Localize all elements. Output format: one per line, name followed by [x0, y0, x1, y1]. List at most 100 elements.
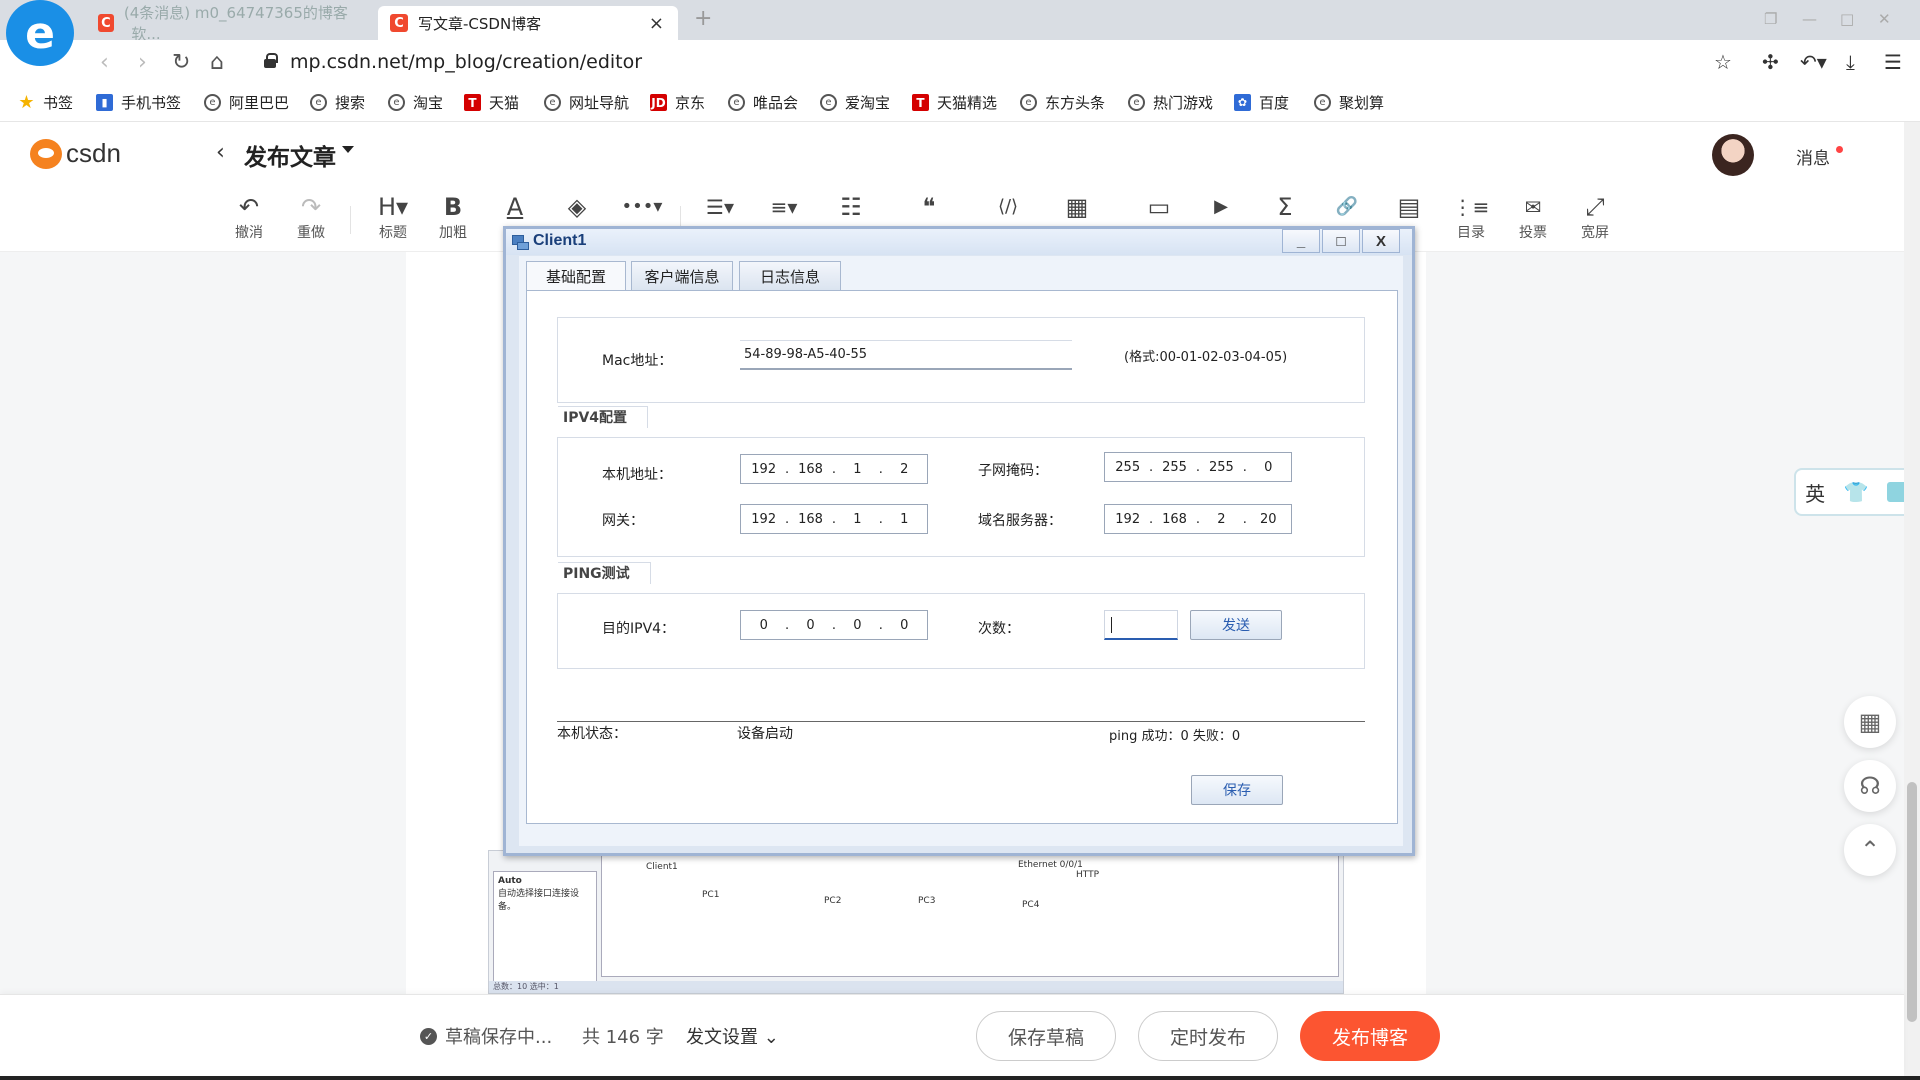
- send-button[interactable]: 发送: [1190, 610, 1282, 640]
- e-icon: e: [1020, 94, 1037, 111]
- bookmark-item[interactable]: e 热门游戏: [1128, 92, 1213, 113]
- gateway-input[interactable]: 192. 168. 1. 1: [740, 504, 928, 534]
- list-button[interactable]: ☰▾: [692, 192, 748, 222]
- ping-group: PING测试 目的IPV4： 0.0.0.0 次数： 发送: [557, 562, 1365, 669]
- highlight-button[interactable]: ◈: [552, 192, 602, 222]
- avatar[interactable]: [1712, 134, 1754, 176]
- url-input[interactable]: mp.csdn.net/mp_blog/creation/editor: [290, 51, 642, 73]
- page-scrollbar[interactable]: [1904, 122, 1920, 1080]
- video-button[interactable]: ▶: [1196, 192, 1246, 222]
- caret-down-icon[interactable]: [342, 146, 354, 153]
- local-ip-input[interactable]: 192. 168. 1. 2: [740, 454, 928, 484]
- dns-server-input[interactable]: 192. 168. 2. 20: [1104, 504, 1292, 534]
- undo-close-icon[interactable]: ↶▾: [1800, 50, 1827, 74]
- back-icon[interactable]: ‹: [100, 50, 109, 75]
- new-tab-button[interactable]: +: [694, 6, 712, 31]
- ime-lang[interactable]: 英: [1805, 478, 1825, 507]
- bookmark-item[interactable]: e 爱淘宝: [820, 92, 890, 113]
- scrollbar-thumb[interactable]: [1907, 782, 1917, 1022]
- indent-button[interactable]: ☷: [826, 192, 876, 222]
- dialog-close-button[interactable]: X: [1362, 229, 1400, 253]
- csdn-logo[interactable]: csdn: [30, 138, 121, 169]
- shirt-icon[interactable]: 👕: [1844, 480, 1869, 504]
- dialog-title-bar[interactable]: Client1 _ □ X: [506, 229, 1412, 255]
- bookmark-item[interactable]: T 天猫: [464, 92, 519, 113]
- align-button[interactable]: ≡▾: [756, 192, 812, 222]
- reload-icon[interactable]: ↻: [172, 50, 190, 75]
- ime-toolbar[interactable]: 英 👕: [1794, 468, 1918, 516]
- code-button[interactable]: ⟨/⟩: [980, 192, 1036, 222]
- heading-button[interactable]: H▾ 标题: [368, 192, 418, 242]
- quote-button[interactable]: ❝: [904, 192, 954, 222]
- bold-button[interactable]: B 加粗: [428, 192, 478, 242]
- template-icon: ▤: [1397, 193, 1421, 221]
- dest-ip-input[interactable]: 0.0.0.0: [740, 610, 928, 640]
- tab-csdn-blog[interactable]: C (4条消息) m0_64747365的博客_软...: [86, 4, 366, 43]
- toc-button[interactable]: ⋮≡ 目录: [1446, 192, 1496, 242]
- template-button[interactable]: ▤: [1384, 192, 1434, 222]
- dialog-minimize-button[interactable]: _: [1282, 229, 1320, 253]
- bookmarks-bar: ★ 书签 ▮ 手机书签 e 阿里巴巴 e 搜索 e 淘宝 T 天猫 e 网址导航 JD 京东 e…: [0, 86, 1920, 122]
- widescreen-button[interactable]: ⤢ 宽屏: [1570, 192, 1620, 242]
- baidu-icon: ✿: [1234, 94, 1251, 111]
- dialog-maximize-button[interactable]: □: [1322, 229, 1360, 253]
- network-device-icon: [512, 233, 529, 250]
- ping-count-input[interactable]: [1104, 610, 1178, 640]
- qrcode-icon[interactable]: ▦: [1844, 696, 1896, 748]
- publish-settings-dropdown[interactable]: 发文设置 ⌄: [686, 1023, 779, 1049]
- csdn-header: csdn ‹ 发布文章 消息: [0, 122, 1904, 188]
- bookmark-item[interactable]: e 东方头条: [1020, 92, 1105, 113]
- tab-client-info[interactable]: 客户端信息: [631, 261, 733, 290]
- back-to-top-icon[interactable]: ⌃: [1844, 824, 1896, 876]
- bookmark-item[interactable]: e 阿里巴巴: [204, 92, 289, 113]
- mac-address-input[interactable]: 54-89-98-A5-40-55: [740, 340, 1072, 370]
- publish-blog-button[interactable]: 发布博客: [1300, 1011, 1440, 1061]
- bookmark-item[interactable]: e 聚划算: [1314, 92, 1384, 113]
- bookmark-item[interactable]: T 天猫精选: [912, 92, 997, 113]
- tab-close-icon[interactable]: ×: [649, 13, 664, 34]
- save-button[interactable]: 保存: [1191, 775, 1283, 805]
- bookmark-item[interactable]: e 唯品会: [728, 92, 798, 113]
- ipv4-group: IPV4配置 本机地址： 192. 168. 1. 2 子网掩码： 255. 255. 2…: [557, 406, 1365, 557]
- table-button[interactable]: ▦: [1052, 192, 1102, 222]
- ping-group-title: PING测试: [558, 562, 651, 584]
- home-icon[interactable]: ⌂: [210, 50, 224, 75]
- schedule-publish-button[interactable]: 定时发布: [1138, 1011, 1278, 1061]
- window-maximize-icon[interactable]: □: [1840, 10, 1854, 28]
- tab-log-info[interactable]: 日志信息: [739, 261, 841, 290]
- more-button[interactable]: •••▾: [612, 192, 672, 222]
- redo-button[interactable]: ↷ 重做: [286, 192, 336, 242]
- window-restore-icon[interactable]: ❐: [1764, 10, 1777, 28]
- subnet-mask-input[interactable]: 255. 255. 255. 0: [1104, 452, 1292, 482]
- bookmark-item[interactable]: ✿ 百度: [1234, 92, 1289, 113]
- bookmark-item[interactable]: ▮ 手机书签: [96, 92, 181, 113]
- forward-icon[interactable]: ›: [138, 50, 147, 75]
- formula-button[interactable]: Σ: [1260, 192, 1310, 222]
- tab-write-article[interactable]: C 写文章-CSDN博客 ×: [378, 6, 678, 40]
- bookmark-item[interactable]: e 网址导航: [544, 92, 629, 113]
- bookmark-item[interactable]: ★ 书签: [18, 92, 73, 113]
- messages-link[interactable]: 消息: [1796, 144, 1830, 169]
- download-icon[interactable]: ⤓: [1846, 50, 1855, 74]
- menu-icon[interactable]: ☰: [1884, 50, 1902, 74]
- window-minimize-icon[interactable]: —: [1802, 10, 1817, 28]
- image-button[interactable]: ▭: [1134, 192, 1184, 222]
- bookmark-item[interactable]: JD 京东: [650, 92, 705, 113]
- page-title[interactable]: 发布文章: [244, 138, 336, 172]
- vote-button[interactable]: ✉ 投票: [1508, 192, 1558, 242]
- font-color-button[interactable]: A: [490, 192, 540, 222]
- video-icon: ▶: [1214, 196, 1228, 217]
- bookmark-item[interactable]: e 淘宝: [388, 92, 443, 113]
- subnet-label: 子网掩码：: [978, 463, 1048, 479]
- bookmark-item[interactable]: e 搜索: [310, 92, 365, 113]
- link-button[interactable]: 🔗: [1322, 192, 1372, 222]
- favorite-star-icon[interactable]: ☆: [1714, 50, 1732, 74]
- back-arrow-icon[interactable]: ‹: [216, 140, 225, 165]
- undo-button[interactable]: ↶ 撤消: [224, 192, 274, 242]
- tab-basic-config[interactable]: 基础配置: [526, 261, 626, 290]
- window-close-icon[interactable]: ✕: [1878, 10, 1891, 28]
- headset-icon[interactable]: ☊: [1844, 760, 1896, 812]
- extensions-icon[interactable]: ✣: [1762, 50, 1779, 74]
- save-draft-button[interactable]: 保存草稿: [976, 1011, 1116, 1061]
- browser-tab-bar: e C (4条消息) m0_64747365的博客_软... C 写文章-CSD…: [0, 0, 1920, 66]
